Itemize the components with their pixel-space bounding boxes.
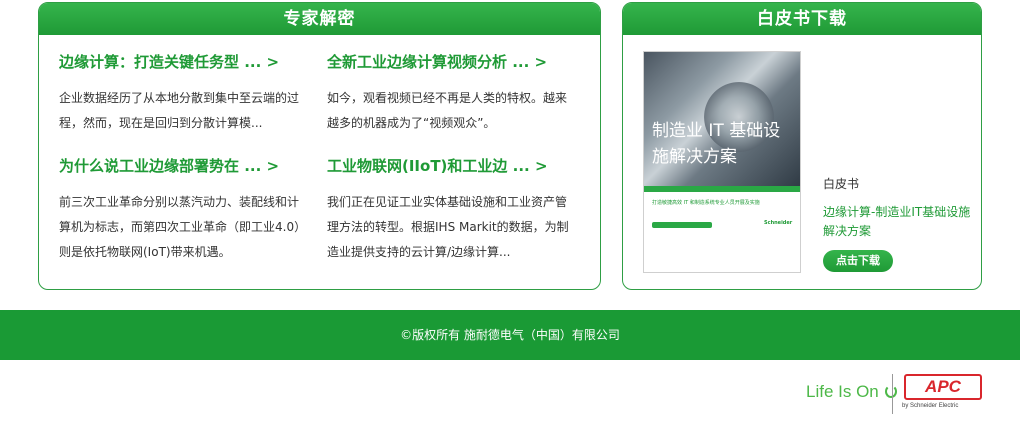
expert-insights-heading: 专家解密 xyxy=(39,3,600,35)
life-is-on-logo[interactable]: Life Is On xyxy=(806,382,897,402)
article-title-link[interactable]: 边缘计算：打造关键任务型 ... > xyxy=(59,51,304,72)
apc-logo[interactable]: APC xyxy=(904,374,982,400)
article-title-link[interactable]: 全新工业边缘计算视频分析 ... > xyxy=(327,51,572,72)
whitepaper-title-link[interactable]: 边缘计算-制造业IT基础设施解决方案 xyxy=(823,203,973,241)
article-summary: 我们正在见证工业实体基础设施和工业资产管理方法的转型。根据IHS Markit的… xyxy=(327,195,569,259)
article-item: 全新工业边缘计算视频分析 ... > 如今，观看视频已经不再是人类的特权。越来越… xyxy=(327,51,572,136)
article-title-link[interactable]: 为什么说工业边缘部署势在 ... > xyxy=(59,155,304,176)
whitepaper-heading: 白皮书下载 xyxy=(623,3,981,35)
article-title-link[interactable]: 工业物联网(IIoT)和工业边 ... > xyxy=(327,155,572,176)
footer-copyright-bar: ©版权所有 施耐德电气（中国）有限公司 xyxy=(0,310,1020,360)
article-summary: 前三次工业革命分别以蒸汽动力、装配线和计算机为标志，而第四次工业革命（即工业4.… xyxy=(59,195,301,259)
whitepaper-cover-image[interactable]: 制造业 IT 基础设施解决方案 打造敏捷高效 IT 和制造系统专业人员开展及实施… xyxy=(643,51,801,273)
article-summary: 企业数据经历了从本地分散到集中至云端的过程，然而，现在是回归到分散计算模... xyxy=(59,91,300,130)
cover-logo: Schneider xyxy=(764,220,793,226)
power-icon xyxy=(884,385,897,398)
whitepaper-panel: 白皮书下载 制造业 IT 基础设施解决方案 打造敏捷高效 IT 和制造系统专业人… xyxy=(622,2,982,290)
tagline-text: Life Is On xyxy=(806,382,879,401)
cover-band xyxy=(644,186,800,192)
cover-text: 打造敏捷高效 IT 和制造系统专业人员开展及实施 xyxy=(652,200,760,206)
expert-insights-panel: 专家解密 边缘计算：打造关键任务型 ... > 企业数据经历了从本地分散到集中至… xyxy=(38,2,601,290)
article-item: 为什么说工业边缘部署势在 ... > 前三次工业革命分别以蒸汽动力、装配线和计算… xyxy=(59,155,304,265)
copyright-text: ©版权所有 施耐德电气（中国）有限公司 xyxy=(400,328,620,342)
brand-logos: Life Is On APC by Schneider Electric xyxy=(806,372,996,418)
cover-bar xyxy=(652,222,712,228)
article-item: 工业物联网(IIoT)和工业边 ... > 我们正在见证工业实体基础设施和工业资… xyxy=(327,155,572,265)
cover-title: 制造业 IT 基础设施解决方案 xyxy=(652,121,781,167)
download-button[interactable]: 点击下载 xyxy=(823,250,893,272)
whitepaper-label: 白皮书 xyxy=(823,177,860,191)
logo-divider xyxy=(892,374,893,414)
article-item: 边缘计算：打造关键任务型 ... > 企业数据经历了从本地分散到集中至云端的过程… xyxy=(59,51,304,136)
schneider-byline: by Schneider Electric xyxy=(902,403,959,409)
article-summary: 如今，观看视频已经不再是人类的特权。越来越多的机器成为了“视频观众”。 xyxy=(327,91,568,130)
